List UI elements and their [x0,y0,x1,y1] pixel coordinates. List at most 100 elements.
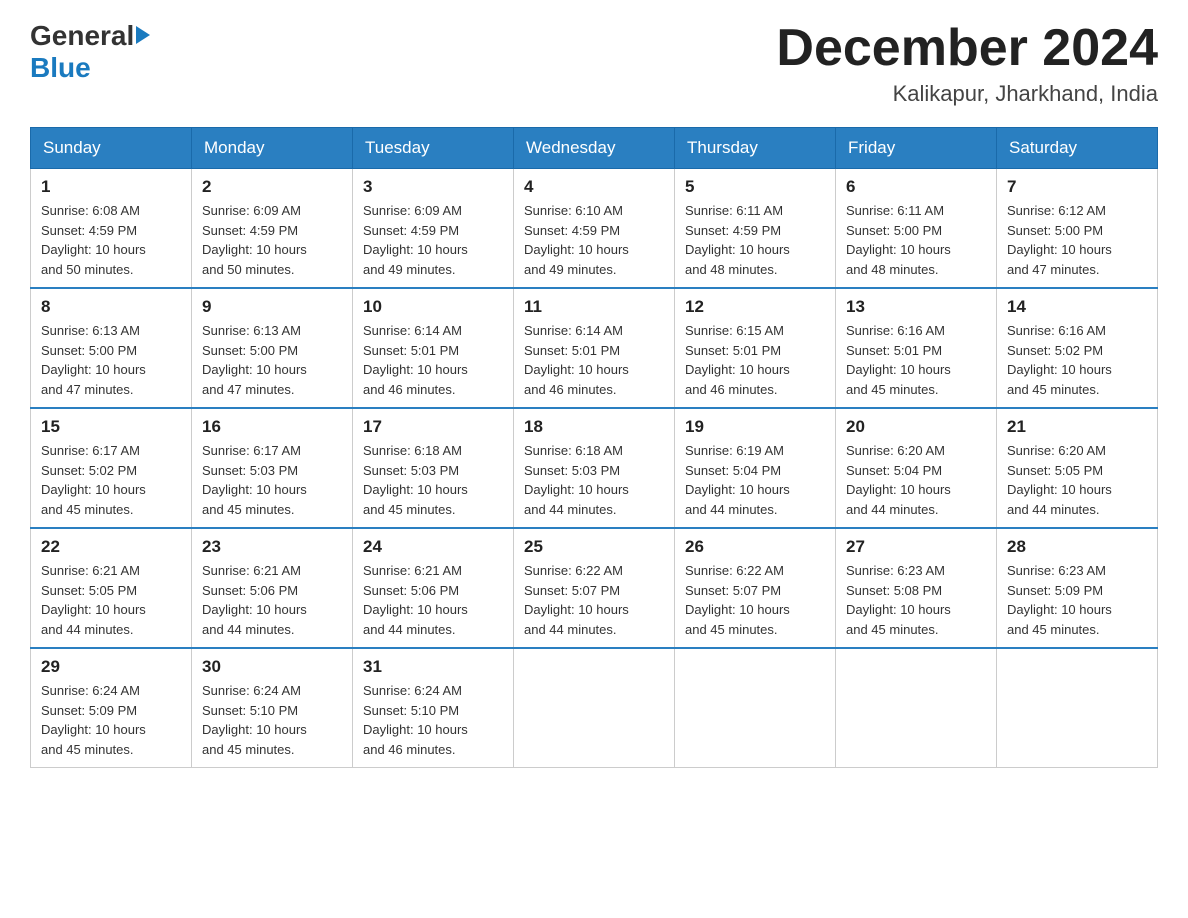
calendar-cell: 9 Sunrise: 6:13 AMSunset: 5:00 PMDaylight… [192,288,353,408]
calendar-table: SundayMondayTuesdayWednesdayThursdayFrid… [30,127,1158,768]
day-number: 13 [846,297,986,317]
logo-arrow-icon [136,26,150,44]
calendar-week-row: 29 Sunrise: 6:24 AMSunset: 5:09 PMDayligh… [31,648,1158,768]
day-info: Sunrise: 6:23 AMSunset: 5:08 PMDaylight:… [846,561,986,639]
day-number: 24 [363,537,503,557]
location-title: Kalikapur, Jharkhand, India [776,81,1158,107]
day-info: Sunrise: 6:20 AMSunset: 5:05 PMDaylight:… [1007,441,1147,519]
day-info: Sunrise: 6:11 AMSunset: 5:00 PMDaylight:… [846,201,986,279]
calendar-cell: 24Sunrise: 6:21 AMSunset: 5:06 PMDayligh… [353,528,514,648]
day-info: Sunrise: 6:21 AMSunset: 5:06 PMDaylight:… [202,561,342,639]
day-number: 11 [524,297,664,317]
day-number: 6 [846,177,986,197]
calendar-cell: 7Sunrise: 6:12 AMSunset: 5:00 PMDaylight… [997,169,1158,289]
day-info: Sunrise: 6:24 AMSunset: 5:09 PMDaylight:… [41,681,181,759]
day-info: Sunrise: 6:18 AMSunset: 5:03 PMDaylight:… [363,441,503,519]
calendar-cell: 1 Sunrise: 6:08 AMSunset: 4:59 PMDaylight… [31,169,192,289]
calendar-header-row: SundayMondayTuesdayWednesdayThursdayFrid… [31,128,1158,169]
calendar-cell: 14Sunrise: 6:16 AMSunset: 5:02 PMDayligh… [997,288,1158,408]
calendar-cell: 17 Sunrise: 6:18 AMSunset: 5:03 PMDayligh… [353,408,514,528]
day-number: 16 [202,417,342,437]
day-info: Sunrise: 6:09 AMSunset: 4:59 PMDaylight:… [202,201,342,279]
calendar-cell: 30 Sunrise: 6:24 AMSunset: 5:10 PMDayligh… [192,648,353,768]
day-info: Sunrise: 6:21 AMSunset: 5:05 PMDaylight:… [41,561,181,639]
calendar-cell: 19Sunrise: 6:19 AMSunset: 5:04 PMDayligh… [675,408,836,528]
calendar-cell: 12 Sunrise: 6:15 AMSunset: 5:01 PMDayligh… [675,288,836,408]
day-info: Sunrise: 6:11 AMSunset: 4:59 PMDaylight:… [685,201,825,279]
day-info: Sunrise: 6:20 AMSunset: 5:04 PMDaylight:… [846,441,986,519]
calendar-cell: 5 Sunrise: 6:11 AMSunset: 4:59 PMDaylight… [675,169,836,289]
day-info: Sunrise: 6:17 AMSunset: 5:02 PMDaylight:… [41,441,181,519]
day-number: 8 [41,297,181,317]
month-title: December 2024 [776,20,1158,77]
calendar-cell: 8 Sunrise: 6:13 AMSunset: 5:00 PMDaylight… [31,288,192,408]
day-number: 21 [1007,417,1147,437]
calendar-cell [997,648,1158,768]
weekday-header-friday: Friday [836,128,997,169]
day-number: 15 [41,417,181,437]
weekday-header-monday: Monday [192,128,353,169]
logo-blue: Blue [30,52,91,83]
day-info: Sunrise: 6:22 AMSunset: 5:07 PMDaylight:… [524,561,664,639]
day-number: 27 [846,537,986,557]
day-number: 31 [363,657,503,677]
day-info: Sunrise: 6:14 AMSunset: 5:01 PMDaylight:… [524,321,664,399]
calendar-cell [675,648,836,768]
calendar-cell: 18Sunrise: 6:18 AMSunset: 5:03 PMDayligh… [514,408,675,528]
day-number: 4 [524,177,664,197]
calendar-cell: 4 Sunrise: 6:10 AMSunset: 4:59 PMDaylight… [514,169,675,289]
calendar-cell: 11 Sunrise: 6:14 AMSunset: 5:01 PMDayligh… [514,288,675,408]
day-number: 5 [685,177,825,197]
day-number: 23 [202,537,342,557]
calendar-cell: 28 Sunrise: 6:23 AMSunset: 5:09 PMDayligh… [997,528,1158,648]
day-info: Sunrise: 6:13 AMSunset: 5:00 PMDaylight:… [202,321,342,399]
weekday-header-wednesday: Wednesday [514,128,675,169]
day-info: Sunrise: 6:17 AMSunset: 5:03 PMDaylight:… [202,441,342,519]
calendar-week-row: 15 Sunrise: 6:17 AMSunset: 5:02 PMDayligh… [31,408,1158,528]
day-info: Sunrise: 6:24 AMSunset: 5:10 PMDaylight:… [363,681,503,759]
calendar-cell: 21 Sunrise: 6:20 AMSunset: 5:05 PMDayligh… [997,408,1158,528]
weekday-header-sunday: Sunday [31,128,192,169]
day-number: 9 [202,297,342,317]
day-number: 25 [524,537,664,557]
calendar-cell: 31 Sunrise: 6:24 AMSunset: 5:10 PMDayligh… [353,648,514,768]
calendar-cell: 6 Sunrise: 6:11 AMSunset: 5:00 PMDaylight… [836,169,997,289]
weekday-header-saturday: Saturday [997,128,1158,169]
calendar-cell [836,648,997,768]
day-number: 29 [41,657,181,677]
day-number: 7 [1007,177,1147,197]
page-header: General Blue December 2024 Kalikapur, Jh… [30,20,1158,107]
title-block: December 2024 Kalikapur, Jharkhand, Indi… [776,20,1158,107]
day-info: Sunrise: 6:16 AMSunset: 5:01 PMDaylight:… [846,321,986,399]
day-number: 12 [685,297,825,317]
day-info: Sunrise: 6:08 AMSunset: 4:59 PMDaylight:… [41,201,181,279]
calendar-week-row: 22 Sunrise: 6:21 AMSunset: 5:05 PMDayligh… [31,528,1158,648]
calendar-cell: 2 Sunrise: 6:09 AMSunset: 4:59 PMDaylight… [192,169,353,289]
day-number: 30 [202,657,342,677]
day-number: 3 [363,177,503,197]
day-number: 22 [41,537,181,557]
calendar-week-row: 8 Sunrise: 6:13 AMSunset: 5:00 PMDaylight… [31,288,1158,408]
calendar-cell: 3Sunrise: 6:09 AMSunset: 4:59 PMDaylight… [353,169,514,289]
day-number: 20 [846,417,986,437]
day-number: 10 [363,297,503,317]
day-info: Sunrise: 6:23 AMSunset: 5:09 PMDaylight:… [1007,561,1147,639]
day-number: 2 [202,177,342,197]
day-number: 17 [363,417,503,437]
calendar-cell: 22 Sunrise: 6:21 AMSunset: 5:05 PMDayligh… [31,528,192,648]
day-number: 28 [1007,537,1147,557]
weekday-header-thursday: Thursday [675,128,836,169]
calendar-week-row: 1 Sunrise: 6:08 AMSunset: 4:59 PMDaylight… [31,169,1158,289]
day-number: 18 [524,417,664,437]
day-info: Sunrise: 6:10 AMSunset: 4:59 PMDaylight:… [524,201,664,279]
day-info: Sunrise: 6:24 AMSunset: 5:10 PMDaylight:… [202,681,342,759]
calendar-cell: 10 Sunrise: 6:14 AMSunset: 5:01 PMDayligh… [353,288,514,408]
calendar-cell: 23 Sunrise: 6:21 AMSunset: 5:06 PMDayligh… [192,528,353,648]
calendar-cell: 27 Sunrise: 6:23 AMSunset: 5:08 PMDayligh… [836,528,997,648]
day-number: 1 [41,177,181,197]
day-info: Sunrise: 6:14 AMSunset: 5:01 PMDaylight:… [363,321,503,399]
day-info: Sunrise: 6:13 AMSunset: 5:00 PMDaylight:… [41,321,181,399]
calendar-cell: 25 Sunrise: 6:22 AMSunset: 5:07 PMDayligh… [514,528,675,648]
day-info: Sunrise: 6:19 AMSunset: 5:04 PMDaylight:… [685,441,825,519]
day-info: Sunrise: 6:15 AMSunset: 5:01 PMDaylight:… [685,321,825,399]
